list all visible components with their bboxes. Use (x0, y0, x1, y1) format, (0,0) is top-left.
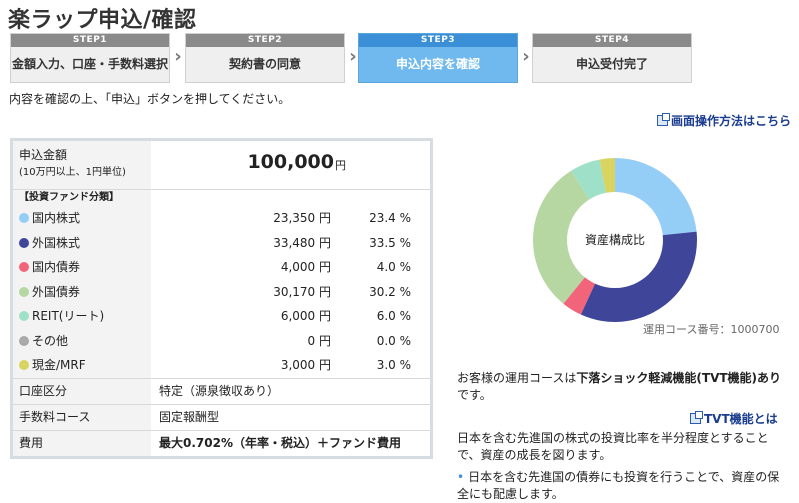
asset-allocation-donut-chart: 資産構成比 (533, 158, 697, 322)
fund-row: 外国債券 30,170 円 30.2 % (13, 280, 430, 305)
fund-row: 国内債券 4,000 円 4.0 % (13, 255, 430, 280)
step-3-number: STEP3 (359, 34, 517, 47)
fund-amount: 30,170 円 (273, 284, 331, 299)
chart-title: 資産構成比 (585, 232, 645, 247)
fund-percent: 0.0 % (376, 333, 411, 348)
fund-amount: 4,000 円 (280, 260, 331, 274)
chevron-right-icon: › (174, 46, 182, 67)
fund-percent: 4.0 % (376, 260, 411, 274)
fund-percent: 3.0 % (376, 358, 411, 372)
fund-row: REIT(リート) 6,000 円 6.0 % (13, 304, 430, 329)
fee-course-label: 手数料コース (13, 404, 151, 430)
step-4-label: 申込受付完了 (575, 57, 648, 71)
fund-name-label: 外国株式 (32, 235, 81, 250)
fund-allocation-block: 【投資ファンド分類】 国内株式 23,350 円 23.4 % 外国株式 33,480 … (13, 190, 430, 379)
account-row: 口座区分 特定（源泉徴収あり） (13, 378, 430, 405)
fund-amount: 3,000 円 (280, 358, 331, 372)
tvt-prefix: お客様の運用コースは (457, 371, 577, 385)
step-1-number: STEP1 (11, 34, 169, 47)
fund-name-label: 現金/MRF (32, 358, 86, 372)
fund-name-label: REIT(リート) (32, 309, 105, 323)
fund-name-label: その他 (32, 333, 69, 348)
instruction-text: 内容を確認の上、「申込」ボタンを押してください。 (9, 92, 291, 106)
course-number: 運用コース番号：1000700 (643, 323, 780, 336)
tvt-bold: 下落ショック軽減機能(TVT機能)あり (576, 371, 782, 385)
fund-percent: 33.5 % (369, 235, 411, 250)
fund-row: 国内株式 23,350 円 23.4 % (13, 206, 430, 231)
step-3: STEP3 申込内容を確認 (358, 33, 518, 83)
cost-value: 最大0.702%（年率・税込）＋ファンド費用 (159, 435, 401, 450)
step-1-label: 金額入力、口座・手数料選択 (11, 57, 168, 71)
tvt-suffix: です。 (457, 388, 492, 402)
fund-name-label: 国内債券 (32, 260, 81, 274)
fund-percent: 30.2 % (369, 284, 411, 299)
amount-value: 100,000 (247, 151, 334, 173)
external-window-icon (656, 113, 670, 126)
legend-dot-icon (19, 213, 29, 223)
application-summary-table: 申込金額 (10万円以上、1円単位) 100,000 円 【投資ファンド分類】 … (10, 138, 433, 459)
step-4-number: STEP4 (533, 34, 691, 47)
legend-dot-icon (19, 311, 29, 321)
fund-header: 【投資ファンド分類】 (19, 192, 119, 203)
fund-name: 外国株式 (19, 231, 80, 255)
step-2-number: STEP2 (186, 34, 344, 47)
legend-dot-icon (19, 262, 29, 272)
fund-name: 国内株式 (19, 206, 80, 230)
step-3-label: 申込内容を確認 (395, 57, 480, 71)
fund-amount: 23,350 円 (273, 211, 331, 225)
help-link-label: 画面操作方法はこちら (670, 114, 791, 128)
amount-sub-label: (10万円以上、1円単位) (19, 167, 126, 178)
legend-dot-icon (19, 335, 29, 346)
step-2: STEP2 契約書の同意 (185, 33, 345, 83)
fund-name: 国内債券 (19, 255, 80, 279)
fund-name: 外国債券 (19, 280, 80, 304)
page-title: 楽ラップ申込/確認 (8, 8, 197, 33)
step-1: STEP1 金額入力、口座・手数料選択 (10, 33, 170, 83)
fund-name: その他 (19, 329, 68, 353)
fund-name: REIT(リート) (19, 304, 104, 328)
fund-amount: 0 円 (307, 333, 331, 348)
fund-row: その他 0 円 0.0 % (13, 329, 430, 354)
fund-name: 現金/MRF (19, 353, 86, 377)
legend-dot-icon (19, 286, 29, 297)
step-2-label: 契約書の同意 (228, 57, 301, 71)
tvt-bullet: 日本を含む先進国の債券にも投資を行うことで、資産の保全にも配慮します。 (457, 469, 787, 503)
legend-dot-icon (19, 360, 29, 370)
amount-row: 申込金額 (10万円以上、1円単位) 100,000 円 (13, 141, 430, 190)
step-4: STEP4 申込受付完了 (532, 33, 692, 83)
fund-row: 外国株式 33,480 円 33.5 % (13, 231, 430, 256)
legend-dot-icon (19, 237, 29, 248)
fund-amount: 6,000 円 (280, 309, 331, 323)
account-label: 口座区分 (13, 378, 151, 404)
fund-name-label: 国内株式 (32, 211, 81, 225)
fund-row: 現金/MRF 3,000 円 3.0 % (13, 353, 430, 378)
tvt-description: 日本を含む先進国の株式の投資比率を半分程度とすることで、資産の成長を図ります。 (457, 431, 769, 462)
fee-course-row: 手数料コース 固定報酬型 (13, 404, 430, 431)
amount-label-cell: 申込金額 (10万円以上、1円単位) (13, 141, 151, 189)
tvt-link-label: TVT機能とは (704, 412, 778, 426)
fund-name-label: 外国債券 (32, 284, 81, 299)
fund-percent: 23.4 % (369, 211, 411, 225)
tvt-note: お客様の運用コースは下落ショック軽減機能(TVT機能)ありです。 (457, 370, 787, 404)
cost-row: 費用 最大0.702%（年率・税込）＋ファンド費用 (13, 430, 430, 456)
help-link[interactable]: 画面操作方法はこちら (656, 112, 791, 129)
account-value: 特定（源泉徴収あり） (159, 383, 280, 398)
external-window-icon (690, 411, 703, 424)
fund-percent: 6.0 % (376, 309, 411, 323)
chevron-right-icon: › (522, 46, 530, 67)
amount-unit: 円 (335, 159, 346, 172)
tvt-info-link[interactable]: TVT機能とは (690, 410, 778, 427)
step-progress: STEP1 金額入力、口座・手数料選択 › STEP2 契約書の同意 › STE… (10, 33, 700, 85)
fee-course-value: 固定報酬型 (159, 409, 220, 424)
amount-label: 申込金額 (19, 148, 68, 162)
fund-amount: 33,480 円 (273, 235, 331, 250)
cost-label: 費用 (13, 430, 151, 456)
